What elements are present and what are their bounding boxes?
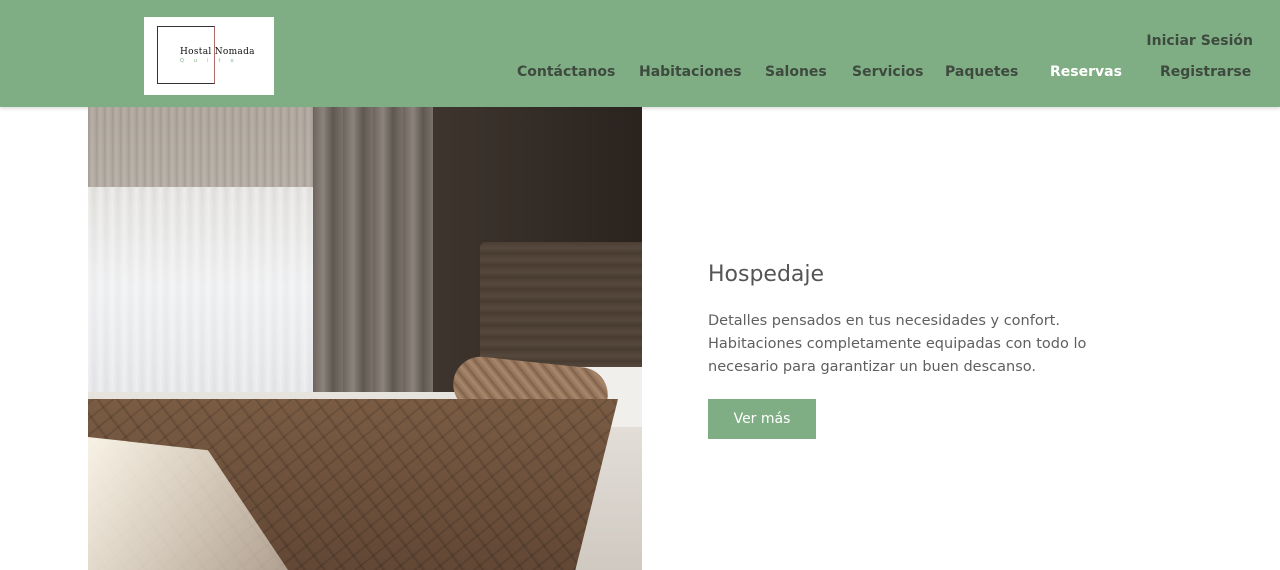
- curtain-shape: [313, 107, 433, 407]
- nav-contactanos[interactable]: Contáctanos: [517, 64, 615, 80]
- signin-link[interactable]: Iniciar Sesión: [1146, 33, 1253, 49]
- site-header: Hostal Nomada Quito Iniciar Sesión Contá…: [0, 0, 1280, 107]
- sheer-curtain-shape: [88, 187, 313, 407]
- description-line: Habitaciones completamente equipadas con…: [708, 336, 1087, 352]
- section-title: Hospedaje: [708, 262, 825, 287]
- description-line: Detalles pensados en tus necesidades y c…: [708, 313, 1060, 329]
- logo-name: Hostal Nomada: [180, 47, 255, 57]
- nav-habitaciones[interactable]: Habitaciones: [639, 64, 742, 80]
- ver-mas-button[interactable]: Ver más: [708, 399, 816, 439]
- hostal-logo[interactable]: Hostal Nomada Quito: [144, 17, 274, 95]
- logo-subtitle: Quito: [180, 58, 244, 64]
- hotel-room-photo: [88, 107, 642, 570]
- description-line: necesario para garantizar un buen descan…: [708, 359, 1036, 375]
- nav-paquetes[interactable]: Paquetes: [945, 64, 1018, 80]
- nav-servicios[interactable]: Servicios: [852, 64, 923, 80]
- window-shade-shape: [88, 107, 313, 187]
- headboard-shape: [480, 242, 642, 377]
- section-description: Detalles pensados en tus necesidades y c…: [708, 310, 1128, 379]
- nav-salones[interactable]: Salones: [765, 64, 827, 80]
- nav-registrarse[interactable]: Registrarse: [1160, 64, 1251, 80]
- nav-reservas[interactable]: Reservas: [1050, 64, 1122, 80]
